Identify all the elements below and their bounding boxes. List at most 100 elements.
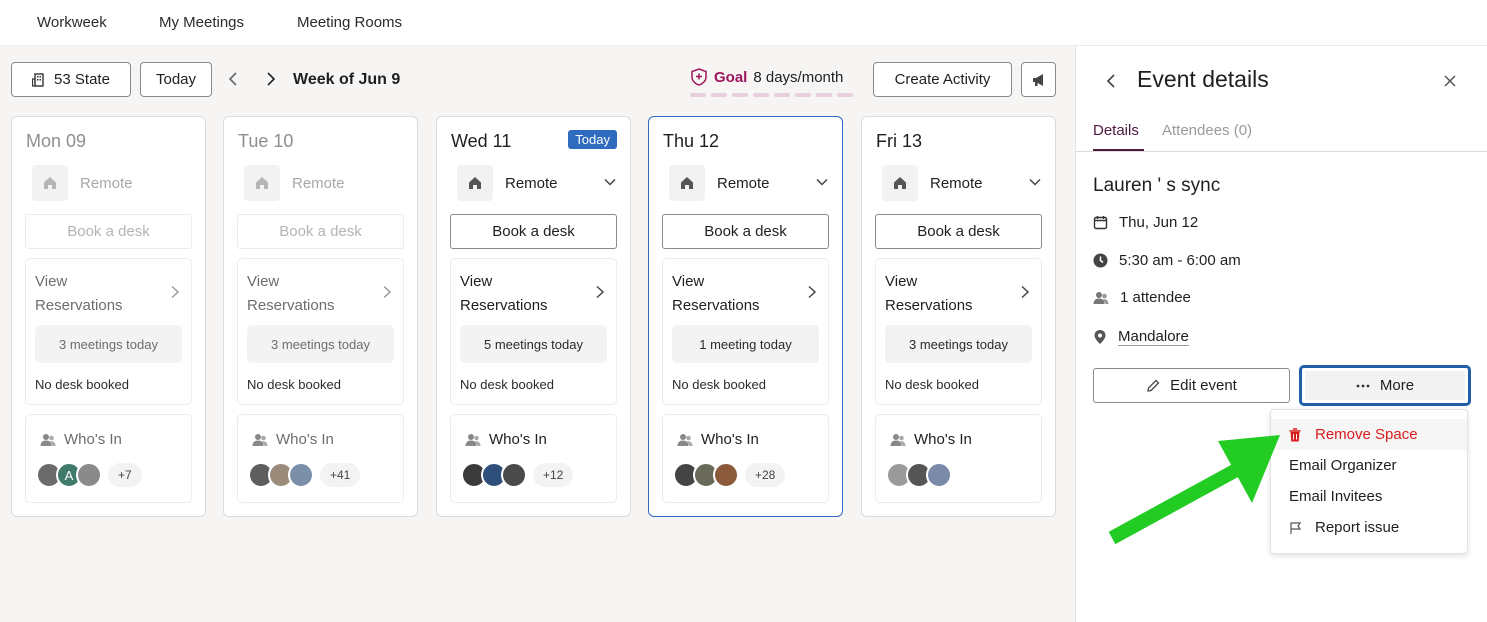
work-status-label: Remote <box>292 174 345 192</box>
goal-value: 8 days/month <box>753 68 844 86</box>
previous-week-icon[interactable] <box>226 71 242 87</box>
people-icon <box>1093 291 1109 305</box>
whos-in-card[interactable]: Who's In +12 <box>450 414 617 503</box>
whos-in-card[interactable]: Who's In <box>875 414 1042 503</box>
create-activity-button[interactable]: Create Activity <box>873 62 1012 97</box>
avatar[interactable] <box>926 462 952 488</box>
nav-tab-workweek[interactable]: Workweek <box>37 14 107 31</box>
event-location-row: Mandalore <box>1093 328 1189 345</box>
avatar[interactable] <box>501 462 527 488</box>
event-time: 5:30 am - 6:00 am <box>1119 252 1241 269</box>
view-reservations-card[interactable]: View Reservations 3 meetings today No desk… <box>25 258 192 405</box>
more-people-count[interactable]: +7 <box>108 463 142 487</box>
more-label: More <box>1379 377 1415 394</box>
back-arrow-icon[interactable] <box>1103 73 1119 94</box>
people-icon <box>890 433 906 447</box>
more-button[interactable]: More <box>1299 365 1471 406</box>
avatar-group: A +7 <box>36 462 142 488</box>
calendar-icon <box>1093 215 1108 230</box>
avatar[interactable] <box>76 462 102 488</box>
next-week-icon[interactable] <box>263 71 279 87</box>
day-name: Mon 09 <box>26 131 87 151</box>
edit-event-button[interactable]: Edit event <box>1093 368 1290 403</box>
event-title: Lauren ' s sync <box>1093 175 1221 196</box>
tab-attendees[interactable]: Attendees (0) <box>1162 122 1252 139</box>
goal-indicator[interactable]: Goal 8 days/month <box>690 68 843 86</box>
day-name: Wed 11 <box>451 131 512 151</box>
day-card: Fri 13 Remote Book a desk View Reservations… <box>861 116 1056 517</box>
goal-segment <box>795 93 811 97</box>
view-reservations-card[interactable]: View Reservations 3 meetings today No desk… <box>237 258 404 405</box>
menu-item-remove-space-label: Remove Space <box>1315 426 1418 443</box>
work-status-select: Remote <box>244 165 404 201</box>
tab-details[interactable]: Details <box>1093 122 1139 139</box>
book-desk-button[interactable]: Book a desk <box>875 214 1042 249</box>
event-date: Thu, Jun 12 <box>1119 214 1199 231</box>
view-reservations-label: View Reservations <box>672 273 760 314</box>
chevron-right-icon <box>1019 285 1031 304</box>
menu-item-email-invitees[interactable]: Email Invitees <box>1271 481 1467 512</box>
book-desk-button[interactable]: Book a desk <box>450 214 617 249</box>
week-title: Week of Jun 9 <box>293 71 401 88</box>
clock-icon <box>1093 253 1108 268</box>
menu-item-email-organizer[interactable]: Email Organizer <box>1271 450 1467 481</box>
desk-status: No desk booked <box>672 377 766 392</box>
whos-in-label: Who's In <box>64 431 122 448</box>
more-people-count[interactable]: +41 <box>320 463 361 487</box>
house-icon <box>457 165 493 201</box>
work-status-select[interactable]: Remote <box>457 165 617 201</box>
work-status-select[interactable]: Remote <box>669 165 829 201</box>
chevron-right-icon <box>594 285 606 304</box>
event-time-row: 5:30 am - 6:00 am <box>1093 252 1241 269</box>
event-location-link[interactable]: Mandalore <box>1118 328 1189 345</box>
close-icon[interactable] <box>1443 74 1457 93</box>
nav-tab-meeting-rooms[interactable]: Meeting Rooms <box>297 14 402 31</box>
work-status-label: Remote <box>717 174 770 192</box>
menu-item-report-issue[interactable]: Report issue <box>1271 512 1467 543</box>
more-people-count[interactable]: +12 <box>533 463 574 487</box>
whos-in-card[interactable]: Who's In +41 <box>237 414 404 503</box>
nav-tab-my-meetings[interactable]: My Meetings <box>159 14 244 31</box>
today-button[interactable]: Today <box>140 62 212 97</box>
view-reservations-card[interactable]: View Reservations 5 meetings today No desk… <box>450 258 617 405</box>
menu-item-remove-space[interactable]: Remove Space <box>1271 419 1467 450</box>
house-icon <box>882 165 918 201</box>
work-status-label: Remote <box>80 174 133 192</box>
goal-segment <box>732 93 748 97</box>
whos-in-card[interactable]: Who's In +28 <box>662 414 829 503</box>
event-attendees-row: 1 attendee <box>1093 289 1191 306</box>
chevron-right-icon <box>169 285 181 304</box>
location-pin-icon <box>1093 329 1107 345</box>
top-nav: Workweek My Meetings Meeting Rooms <box>0 0 1487 46</box>
announcements-button[interactable] <box>1021 62 1056 97</box>
location-label: 53 State <box>54 71 110 88</box>
view-reservations-card[interactable]: View Reservations 3 meetings today No desk… <box>875 258 1042 405</box>
view-reservations-card[interactable]: View Reservations 1 meeting today No desk … <box>662 258 829 405</box>
meetings-count-chip: 3 meetings today <box>247 325 394 363</box>
avatar[interactable] <box>288 462 314 488</box>
house-icon <box>244 165 280 201</box>
more-people-count[interactable]: +28 <box>745 463 786 487</box>
avatar-group: +41 <box>248 462 361 488</box>
chevron-right-icon <box>806 285 818 304</box>
workweek-main: 53 State Today Week of Jun 9 Goal 8 days… <box>0 46 1075 622</box>
view-reservations-label: View Reservations <box>35 273 123 314</box>
meetings-count-chip: 5 meetings today <box>460 325 607 363</box>
book-desk-button[interactable]: Book a desk <box>662 214 829 249</box>
whos-in-card[interactable]: Who's In A +7 <box>25 414 192 503</box>
work-status-select[interactable]: Remote <box>882 165 1042 201</box>
meetings-count-chip: 3 meetings today <box>885 325 1032 363</box>
avatar[interactable] <box>713 462 739 488</box>
whos-in-label: Who's In <box>276 431 334 448</box>
location-button[interactable]: 53 State <box>11 62 131 97</box>
whos-in-title: Who's In <box>677 431 759 448</box>
goal-segment <box>774 93 790 97</box>
avatar-group: +12 <box>461 462 574 488</box>
more-dots-icon <box>1356 384 1370 388</box>
whos-in-title: Who's In <box>465 431 547 448</box>
work-status-label: Remote <box>930 174 983 192</box>
book-desk-button: Book a desk <box>237 214 404 249</box>
day-card: Tue 10 Remote Book a desk View Reservations… <box>223 116 418 517</box>
day-name: Thu 12 <box>663 131 720 151</box>
day-card: Wed 11 Today Remote Book a desk View Reserva… <box>436 116 631 517</box>
